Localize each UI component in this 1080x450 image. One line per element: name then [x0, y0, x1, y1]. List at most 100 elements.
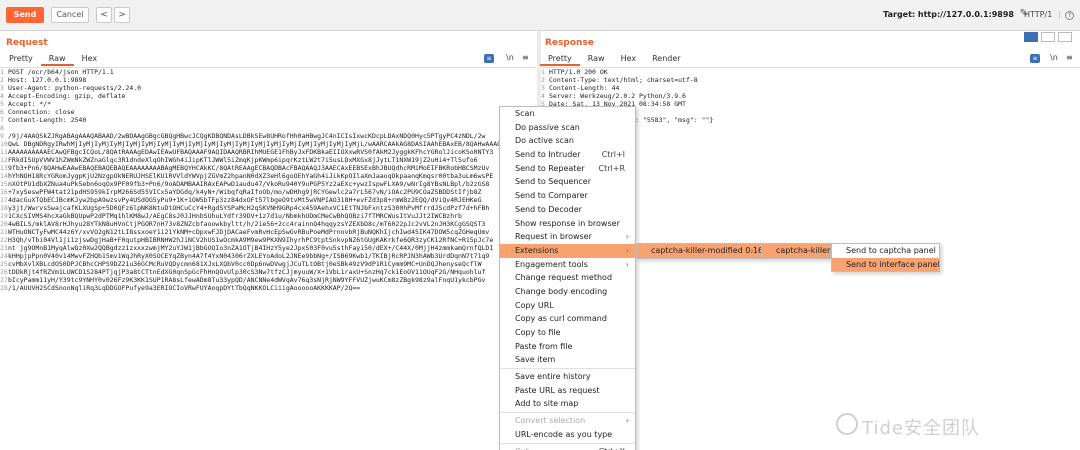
menu-item-label: Show response in browser — [515, 218, 620, 228]
tab-raw[interactable]: Raw — [40, 52, 74, 66]
line-number: 20 — [0, 220, 8, 228]
http-version-selector[interactable]: HTTP/1 |? — [1024, 10, 1074, 20]
watermark: Tide安全团队 — [862, 418, 980, 439]
menu-item-do-passive-scan[interactable]: Do passive scan — [500, 121, 635, 135]
menu-item-copy-as-curl-command[interactable]: Copy as curl command — [500, 312, 635, 326]
menu-item-paste-url-as-request[interactable]: Paste URL as request — [500, 384, 635, 398]
line-number: 21 — [0, 228, 8, 236]
line-text: nt jg9OMnB1MyqAlwQz0Xw2QQBgdzz1zxxxzwmjM… — [8, 244, 494, 252]
line-number: 19 — [0, 212, 8, 220]
tab-hex[interactable]: Hex — [74, 52, 106, 66]
line-number: 18 — [0, 204, 8, 212]
editor-line: 25cvMbXvlXBLcdOS0DPJCBhcCHPS9DZ21u36GCMc… — [0, 260, 536, 268]
menu-item-add-to-site-map[interactable]: Add to site map — [500, 397, 635, 411]
tab-render[interactable]: Render — [644, 52, 688, 66]
menu-item-copy-to-file[interactable]: Copy to file — [500, 326, 635, 340]
menu-item-do-active-scan[interactable]: Do active scan — [500, 134, 635, 148]
word-wrap-icon[interactable]: ≡ — [1030, 54, 1040, 63]
response-title: Response — [545, 38, 594, 48]
editor-line: 204wBILS/mklAV8rHJhyu28YTkN8uHVoCtjPGOR7… — [0, 220, 536, 228]
layout-tabs-button[interactable] — [1058, 32, 1072, 42]
menu-item-label: Request in browser — [515, 232, 592, 242]
menu-item-save-entire-history[interactable]: Save entire history — [500, 370, 635, 384]
tab-hex[interactable]: Hex — [613, 52, 645, 66]
line-number: 6 — [0, 108, 4, 116]
menu-item-label: Send to Comparer — [515, 191, 588, 201]
layout-stacked-button[interactable] — [1041, 32, 1055, 42]
line-text: 4wBILS/mklAV8rHJhyu28YTkN8uHVoCtjPGOR7nH… — [8, 220, 486, 228]
request-menu-icon[interactable]: ≡ — [522, 53, 529, 62]
tab-raw[interactable]: Raw — [580, 52, 613, 66]
menu-item-send-to-comparer[interactable]: Send to Comparer — [500, 189, 635, 203]
menu-item-engagement-tools[interactable]: Engagement tools › — [500, 258, 635, 272]
menu-item-save-item[interactable]: Save item — [500, 353, 635, 367]
submenu-item-send-to-captcha-panel[interactable]: Send to captcha panel — [832, 244, 939, 258]
line-number: 17 — [0, 196, 8, 204]
menu-item-request-in-browser[interactable]: Request in browser › — [500, 230, 635, 244]
editor-line: 14hYhNOH18RcYGRomJygpKjU2NzgpOkNERUJHSEl… — [0, 172, 536, 180]
editor-line: 139fb3+Pn6/8QAHwEAAwEBAQEBAQEBAQEAAAAAAA… — [0, 164, 536, 172]
menu-item-send-to-intruder[interactable]: Send to Intruder Ctrl+I — [500, 148, 635, 162]
submenu-item-captcha-killer[interactable]: captcha-killer › — [762, 244, 830, 258]
line-text: +7xySeswPFW4tat21pdHS959kIrpM266Sd55VICx… — [8, 188, 482, 196]
line-number: 24 — [0, 252, 8, 260]
menu-item-label: Engagement tools — [515, 259, 588, 269]
line-text: Content-Length: 44 — [549, 84, 620, 92]
request-title: Request — [6, 38, 48, 48]
forward-button[interactable]: > — [114, 7, 130, 23]
request-editor[interactable]: 1 POST /ocr/b64/json HTTP/1.1 2 Host: 127.0… — [0, 67, 536, 450]
menu-item-paste-from-file[interactable]: Paste from file — [500, 340, 635, 354]
menu-item-shortcut: Ctrl+R — [598, 163, 626, 173]
menu-item-change-body-encoding[interactable]: Change body encoding — [500, 285, 635, 299]
menu-item-copy-url[interactable]: Copy URL — [500, 299, 635, 313]
back-button[interactable]: < — [96, 7, 112, 23]
editor-line: 26tDDkRjt4fRZVm1LUWCD1S284PTjqjP3a8tCTtn… — [0, 268, 536, 276]
menu-item-cut: Cut Ctrl+X — [500, 445, 635, 450]
menu-separator — [500, 412, 635, 414]
submenu-item-captcha-killer-modified-0-16[interactable]: captcha-killer-modified 0.16 › — [637, 244, 763, 258]
help-icon[interactable]: ? — [1065, 11, 1074, 20]
menu-item-label: Send to Sequencer — [515, 177, 592, 187]
chevron-right-icon: › — [750, 246, 754, 255]
line-number: 27 — [0, 276, 8, 284]
editor-line: 10QwL DBgNDRgyIRwhMjIyMjIyMjIyMjIyMjIyMj… — [0, 140, 536, 148]
menu-item-extensions[interactable]: Extensions › — [500, 243, 635, 258]
captcha-killer-modified-submenu: captcha-killer › — [761, 243, 831, 259]
editor-line: 28/1/AUUVH2SCdSnonNqliRq3LqDDGOFPufye9a3… — [0, 284, 536, 292]
cancel-button[interactable]: Cancel — [51, 7, 89, 23]
response-menu-icon[interactable]: ≡ — [1066, 53, 1073, 62]
word-wrap-icon[interactable]: ≡ — [484, 54, 494, 63]
cancel-label: Cancel — [56, 10, 84, 19]
line-text: kHHpjpPpn0V40v14MwvFZHQb15mv1WqJhRyX0SOC… — [8, 252, 490, 260]
tab-pretty[interactable]: Pretty — [540, 52, 580, 66]
line-text: y3jt/WwrvsSwajcafKLXUgSp+5D0QFz6lpNK8Ntu… — [8, 204, 490, 212]
newline-toggle[interactable]: \n — [1050, 53, 1058, 62]
menu-item-send-to-sequencer[interactable]: Send to Sequencer — [500, 175, 635, 189]
submenu-item-label: Send to interface panel — [846, 259, 940, 269]
menu-item-url-encode-as-you-type[interactable]: URL-encode as you type — [500, 428, 635, 442]
menu-item-shortcut: Ctrl+X — [599, 445, 625, 450]
editor-line: 191CXcSIVMS4hcXaGkBQUpwP2dPTMq1hlKM8wJ/A… — [0, 212, 536, 220]
line-number: 2 — [0, 76, 4, 84]
line-number: 3 — [0, 84, 4, 92]
layout-side-by-side-button[interactable] — [1024, 32, 1038, 42]
submenu-item-send-to-interface-panel[interactable]: Send to interface panel — [832, 257, 940, 272]
menu-item-change-request-method[interactable]: Change request method — [500, 271, 635, 285]
menu-item-label: URL-encode as you type — [515, 429, 613, 439]
editor-line: 15nXOtPU1dbXZNua4uPk5ebn6oqOx9PF09fb3+Pn… — [0, 180, 536, 188]
line-text: Server: Werkzeug/2.0.2 Python/3.9.6 — [549, 92, 686, 100]
send-button[interactable]: Send — [6, 7, 44, 23]
menu-item-show-response-in-browser[interactable]: Show response in browser — [500, 217, 635, 231]
line-number: 4 — [0, 92, 4, 100]
tab-pretty[interactable]: Pretty — [1, 52, 41, 66]
line-number: 26 — [0, 268, 8, 276]
line-text: User-Agent: python-requests/2.24.0 — [8, 84, 142, 92]
line-number: 9 — [0, 132, 4, 140]
line-number: 22 — [0, 236, 8, 244]
line-number: 12 — [0, 156, 8, 164]
newline-toggle[interactable]: \n — [506, 53, 514, 62]
menu-item-scan[interactable]: Scan — [500, 107, 635, 121]
editor-line: 9/9j/4AAQSkZJRgABAgAAAQABAAD/2wBDAAgGBgc… — [0, 132, 536, 140]
menu-item-send-to-decoder[interactable]: Send to Decoder — [500, 203, 635, 217]
menu-item-send-to-repeater[interactable]: Send to Repeater Ctrl+R — [500, 162, 635, 176]
